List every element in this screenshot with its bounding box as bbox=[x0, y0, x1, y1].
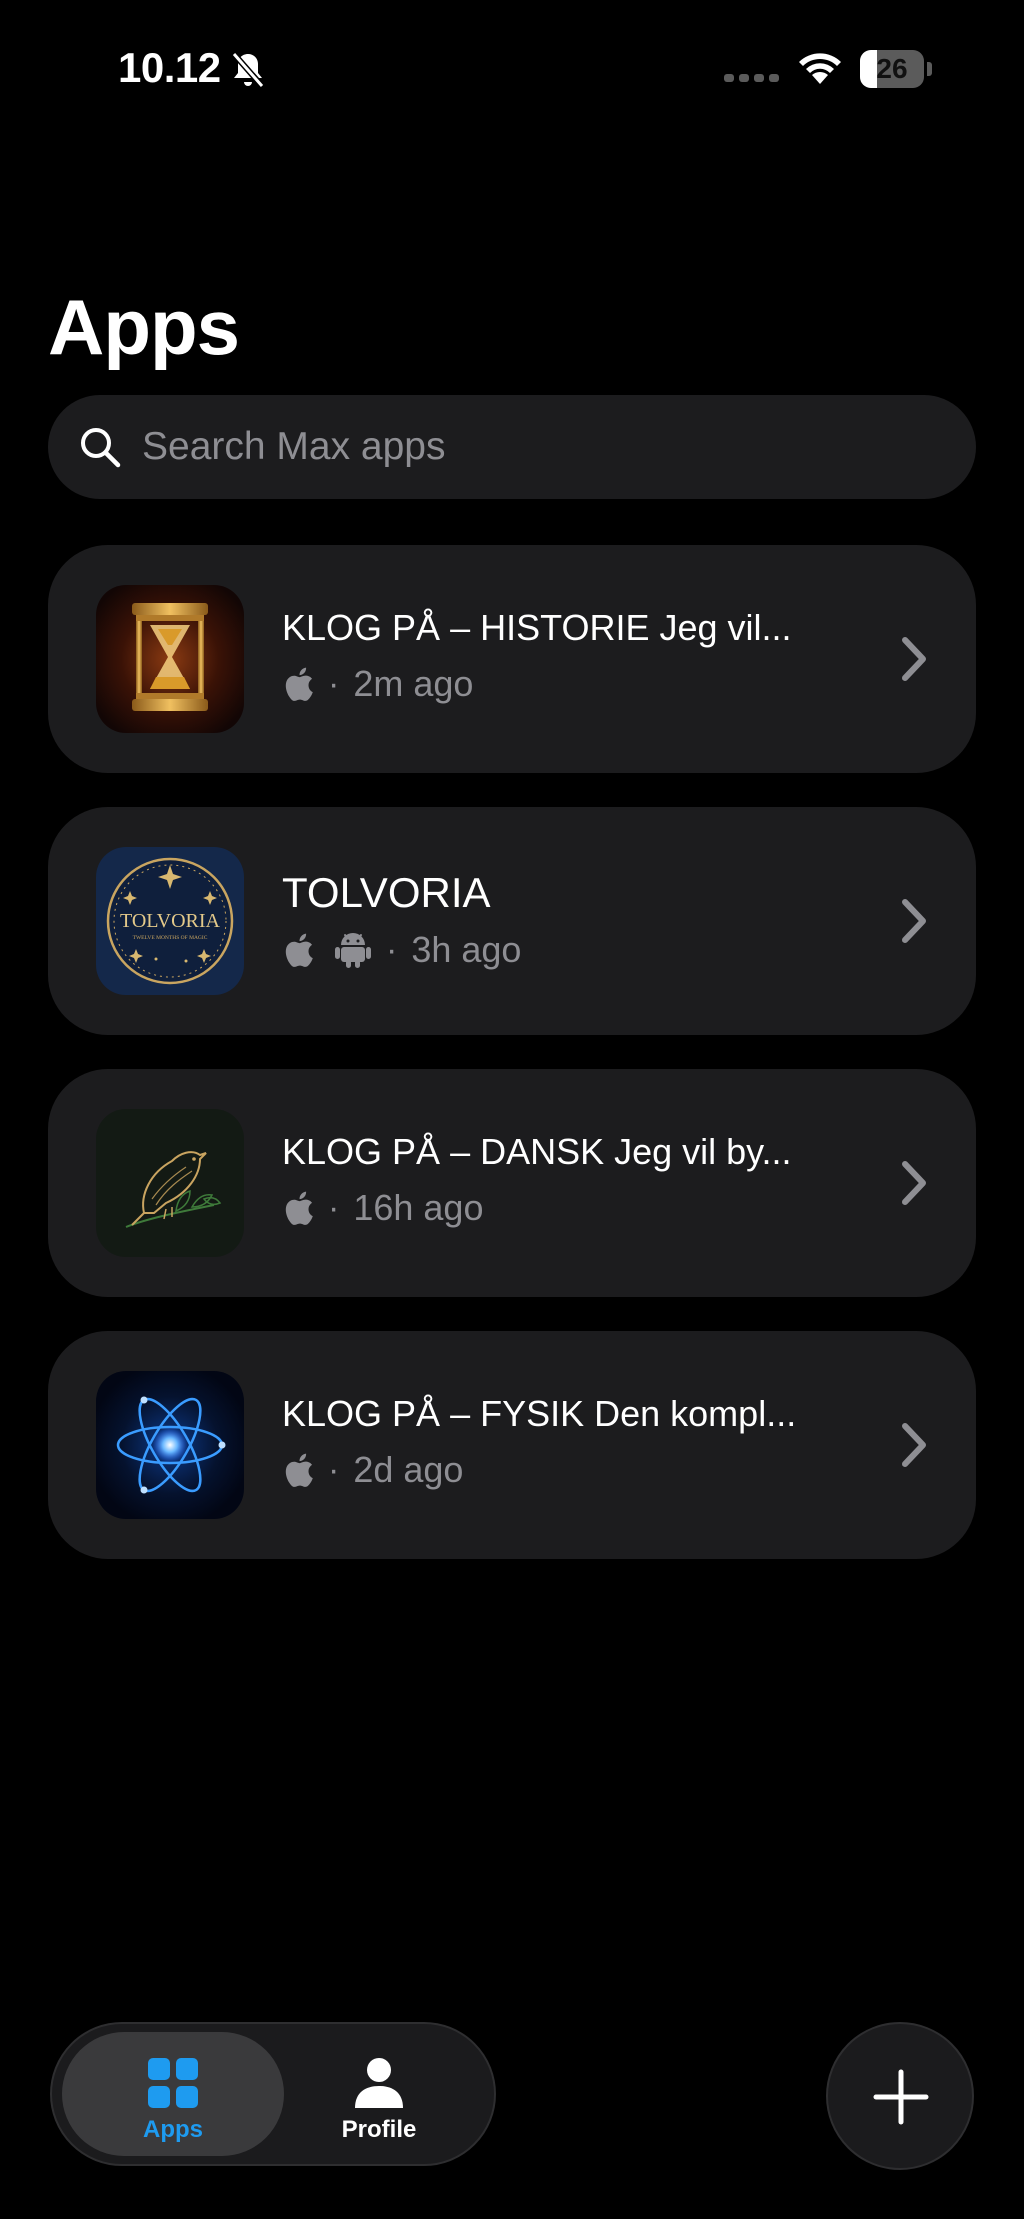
app-card-dansk[interactable]: KLOG PÅ – DANSK Jeg vil by... · 16h ago bbox=[48, 1069, 976, 1297]
bell-slash-icon bbox=[231, 52, 265, 88]
cellular-signal-icon bbox=[724, 74, 779, 82]
add-app-button[interactable] bbox=[826, 2022, 974, 2170]
tab-label: Profile bbox=[341, 2116, 417, 2143]
meta-separator: · bbox=[328, 664, 340, 703]
app-time: 2m ago bbox=[353, 663, 474, 704]
app-card-fysik[interactable]: KLOG PÅ – FYSIK Den kompl... · 2d ago bbox=[48, 1331, 976, 1559]
search-icon bbox=[81, 428, 121, 468]
app-title: KLOG PÅ – HISTORIE Jeg vil... bbox=[282, 607, 792, 648]
status-time: 10.12 bbox=[118, 44, 221, 91]
tab-label: Apps bbox=[143, 2116, 203, 2143]
app-card-historie[interactable]: KLOG PÅ – HISTORIE Jeg vil... · 2m ago bbox=[48, 545, 976, 773]
tab-bar: Apps Profile bbox=[50, 2022, 496, 2166]
apple-icon bbox=[285, 933, 313, 967]
plus-icon bbox=[873, 2069, 929, 2125]
person-icon bbox=[355, 2058, 403, 2108]
tolvoria-medallion-icon: TOLVORIA TWELVE MONTHS OF MAGIC bbox=[96, 847, 244, 995]
app-time: 2d ago bbox=[353, 1449, 464, 1490]
battery-level: 26 bbox=[876, 53, 908, 84]
search-input[interactable]: Search Max apps bbox=[48, 395, 976, 499]
wifi-icon bbox=[799, 53, 841, 84]
meta-separator: · bbox=[328, 1450, 340, 1489]
app-meta: · 16h ago bbox=[284, 1183, 483, 1233]
page-title: Apps bbox=[48, 283, 240, 371]
bird-icon bbox=[96, 1109, 244, 1257]
app-title: TOLVORIA bbox=[282, 869, 491, 916]
app-time: 3h ago bbox=[411, 929, 522, 970]
apple-icon bbox=[285, 667, 313, 701]
apple-icon bbox=[285, 1453, 313, 1487]
chevron-right-icon bbox=[902, 899, 926, 943]
meta-separator: · bbox=[328, 1188, 340, 1227]
search-placeholder: Search Max apps bbox=[142, 425, 446, 468]
app-meta: · 2d ago bbox=[284, 1445, 463, 1495]
status-bar: 10.12 26 bbox=[0, 0, 1024, 140]
chevron-right-icon bbox=[902, 1423, 926, 1467]
chevron-right-icon bbox=[902, 637, 926, 681]
grid-icon bbox=[148, 2058, 198, 2108]
app-meta: · 2m ago bbox=[284, 659, 473, 709]
chevron-right-icon bbox=[902, 1161, 926, 1205]
app-title: KLOG PÅ – FYSIK Den kompl... bbox=[282, 1393, 797, 1434]
app-time: 16h ago bbox=[353, 1187, 484, 1228]
tolvoria-icon-text: TOLVORIA bbox=[120, 910, 221, 932]
meta-separator: · bbox=[386, 930, 398, 969]
android-icon bbox=[335, 933, 371, 968]
app-meta: · 3h ago bbox=[284, 925, 521, 975]
atom-icon bbox=[96, 1371, 244, 1519]
hourglass-icon bbox=[96, 585, 244, 733]
tab-profile[interactable]: Profile bbox=[268, 2032, 490, 2156]
app-title: KLOG PÅ – DANSK Jeg vil by... bbox=[282, 1131, 792, 1172]
tab-apps[interactable]: Apps bbox=[62, 2032, 284, 2156]
app-card-tolvoria[interactable]: TOLVORIA TWELVE MONTHS OF MAGIC TOLVORIA… bbox=[48, 807, 976, 1035]
battery-icon: 26 bbox=[860, 50, 932, 88]
apple-icon bbox=[285, 1191, 313, 1225]
tolvoria-icon-subtext: TWELVE MONTHS OF MAGIC bbox=[133, 935, 208, 941]
